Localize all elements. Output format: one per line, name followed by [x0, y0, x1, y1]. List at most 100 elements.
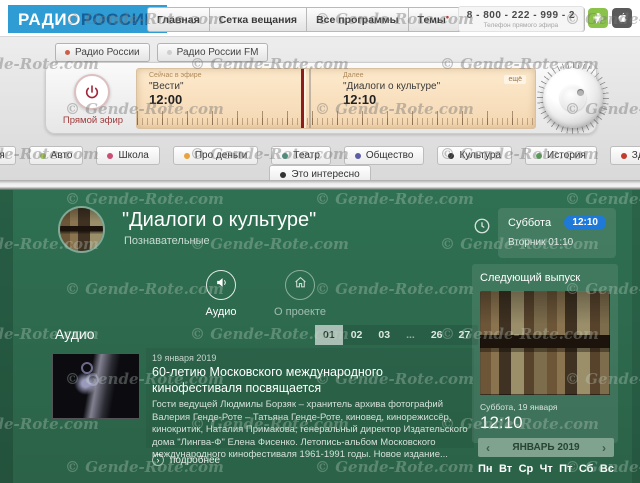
program-avatar — [58, 206, 105, 253]
tab-label: Радио России — [75, 47, 140, 58]
speaker-icon — [215, 276, 228, 294]
pagination-page-03[interactable]: 03 — [370, 325, 398, 345]
nav-item-2[interactable]: Все программы — [306, 7, 408, 32]
next-caption: Далее — [343, 72, 440, 79]
top-header: РАДИОРОССИИ Главная Сетка вещания Все прог… — [0, 0, 640, 37]
calendar-next-button[interactable]: › — [602, 441, 606, 455]
pagination-page-26[interactable]: 26 — [423, 325, 451, 345]
projector-beam — [53, 354, 139, 418]
schedule-day: Суббота — [508, 217, 551, 229]
volume-knob-marker — [577, 89, 584, 96]
article-thumbnail[interactable] — [52, 353, 140, 419]
clock-icon — [473, 217, 491, 235]
category-dot — [282, 153, 288, 159]
audio-tab-label[interactable]: Аудио — [193, 306, 249, 318]
now-caption: Сейчас в эфире — [149, 72, 202, 79]
now-time: 12:00 — [149, 92, 202, 107]
schedule-more-button[interactable]: ещё — [504, 75, 526, 84]
category-button-7[interactable]: История — [525, 146, 597, 165]
tuner-display: Сейчас в эфире "Вести" 12:00 Далее "Диал… — [136, 68, 536, 129]
tab-label: Радио России FM — [177, 47, 259, 58]
nav-item-0[interactable]: Главная — [147, 7, 210, 32]
phone-caption: Телефон прямого эфира — [467, 22, 575, 29]
category-button-3[interactable]: Про деньги — [173, 146, 258, 165]
calendar-prev-button[interactable]: ‹ — [486, 441, 490, 455]
weekday-Сб: Сб — [579, 463, 594, 475]
category-dot — [107, 153, 113, 159]
program-title: "Диалоги о культуре" — [122, 209, 316, 232]
nav-item-label: Главная — [157, 14, 200, 26]
about-tab-label[interactable]: О проекте — [266, 306, 334, 318]
read-more-link[interactable]: › подробнее — [152, 454, 220, 466]
category-button-0[interactable]: Армия — [0, 146, 16, 165]
right-edge-shade — [632, 190, 640, 483]
volume-knob-body[interactable] — [543, 68, 603, 128]
nav-item-label: Темы — [418, 14, 446, 26]
category-label: Культура — [459, 150, 501, 161]
live-label: Прямой эфир — [52, 115, 134, 126]
category-dot — [536, 153, 542, 159]
nav-item-1[interactable]: Сетка вещания — [209, 7, 307, 32]
weekday-Пн: Пн — [478, 463, 493, 475]
category-dot — [280, 172, 286, 178]
category-button-8[interactable]: Здоровье — [610, 146, 640, 165]
article-title[interactable]: 60-летию Московского международного кино… — [152, 365, 470, 396]
weekday-Чт: Чт — [540, 463, 553, 475]
category-button-2[interactable]: Школа — [96, 146, 159, 165]
weekday-Ср: Ср — [519, 463, 534, 475]
station-tab-0[interactable]: Радио России — [55, 43, 150, 62]
program-section: "Диалоги о культуре" Познавательные Субб… — [0, 190, 640, 483]
read-more-label: подробнее — [170, 455, 220, 466]
pagination: 010203...2627 — [315, 325, 478, 345]
tuner-scale — [137, 111, 535, 125]
volume-knob[interactable] — [537, 62, 609, 134]
category-label: Общество — [366, 150, 414, 161]
schedule-alt: Вторник 01:10 — [508, 237, 606, 248]
category-label: История — [547, 150, 586, 161]
audio-tab-button[interactable] — [206, 270, 236, 300]
category-dot — [184, 153, 190, 159]
category-label: Про деньги — [195, 150, 247, 161]
tab-status-dot — [65, 50, 70, 55]
live-power-button[interactable] — [74, 74, 110, 110]
nav-item-3[interactable]: Темы• — [408, 7, 459, 32]
category-button-1[interactable]: Авто — [29, 146, 84, 165]
app-links — [588, 8, 632, 28]
nav-item-label: Все программы — [316, 14, 398, 26]
category-label: Авто — [51, 150, 73, 161]
tuner-needle[interactable] — [301, 69, 304, 128]
category-dot — [40, 153, 46, 159]
category-dot — [448, 153, 454, 159]
next-issue-date: Суббота, 19 января — [480, 402, 610, 412]
about-tab-button[interactable] — [285, 270, 315, 300]
next-issue-card: Следующий выпуск Суббота, 19 января 12:1… — [472, 264, 618, 443]
calendar-month-label: ЯНВАРЬ 2019 — [512, 442, 579, 453]
apple-app-icon[interactable] — [612, 8, 632, 28]
pagination-page-02[interactable]: 02 — [343, 325, 371, 345]
left-edge-shade — [0, 190, 13, 483]
section-divider — [0, 180, 640, 190]
now-playing: Сейчас в эфире "Вести" 12:00 — [149, 72, 202, 107]
pagination-page-01[interactable]: 01 — [315, 325, 343, 345]
schedule-time-badge[interactable]: 12:10 — [564, 215, 606, 230]
category-button-5[interactable]: Общество — [344, 146, 425, 165]
category-button-4[interactable]: Театр — [271, 146, 331, 165]
radio-russia-logo[interactable]: РАДИОРОССИИ — [8, 5, 167, 33]
radio-player: Прямой эфир Сейчас в эфире "Вести" 12:00… — [45, 62, 597, 134]
phone-number: 8 - 800 - 222 - 999 - 2 — [467, 10, 575, 21]
up-next: Далее "Диалоги о культуре" 12:10 — [343, 72, 440, 107]
category-row-1: Армия Авто Школа Про деньги Театр Общество Кул… — [0, 146, 640, 165]
next-title: "Диалоги о культуре" — [343, 81, 440, 92]
station-tab-1[interactable]: Радио России FM — [157, 43, 269, 62]
next-issue-image[interactable] — [480, 291, 610, 395]
android-app-icon[interactable] — [588, 8, 608, 28]
article-date: 19 января 2019 — [152, 353, 216, 363]
article-text: Гости ведущей Людмилы Борзяк – хранитель… — [152, 399, 470, 462]
category-button-6[interactable]: Культура — [437, 146, 512, 165]
home-icon — [294, 276, 307, 294]
nav-item-label: Сетка вещания — [219, 14, 297, 26]
calendar-header: ‹ ЯНВАРЬ 2019 › — [478, 438, 614, 457]
category-label: Здоровье — [632, 150, 640, 161]
tab-status-dot — [167, 50, 172, 55]
schedule-card: Суббота 12:10 Вторник 01:10 — [498, 208, 616, 258]
